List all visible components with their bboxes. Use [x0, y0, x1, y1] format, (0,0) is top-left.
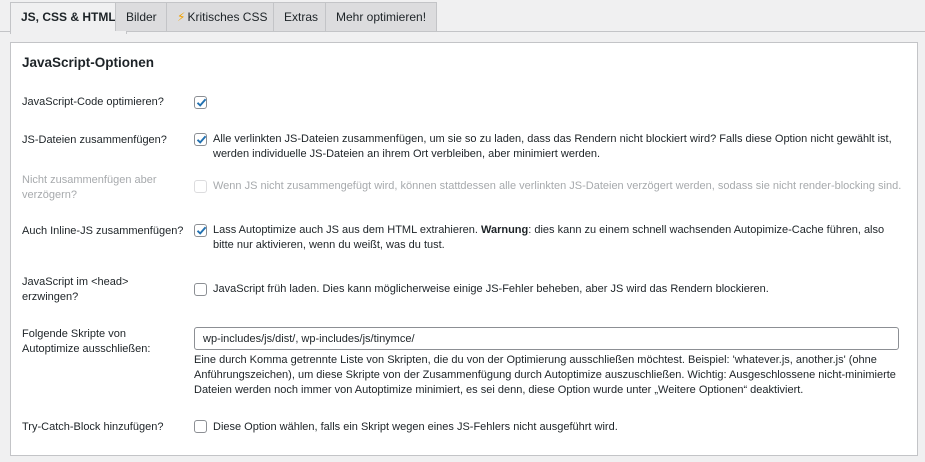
checkmark-icon	[196, 98, 207, 107]
checkmark-icon	[196, 226, 207, 235]
tab-bar-divider	[0, 31, 925, 32]
tab-mehr-optimieren-label: Mehr optimieren!	[336, 10, 427, 24]
inline-js-description: Lass Autoptimize auch JS aus dem HTML ex…	[213, 223, 903, 253]
exclude-scripts-input[interactable]	[194, 327, 899, 350]
inline-js-desc-text: Lass Autoptimize auch JS aus dem HTML ex…	[213, 224, 481, 236]
tab-extras[interactable]: Extras	[273, 2, 330, 31]
section-title: JavaScript-Optionen	[22, 55, 155, 70]
aggregate-js-label: JS-Dateien zusammenfügen?	[22, 134, 167, 146]
tab-bilder-label: Bilder	[126, 10, 157, 24]
inline-js-checkbox[interactable]	[194, 224, 207, 237]
defer-js-description: Wenn JS nicht zusammengefügt wird, könne…	[213, 180, 902, 192]
tab-js-css-html[interactable]: JS, CSS & HTML	[10, 2, 127, 34]
lightning-icon: ⚡	[177, 10, 186, 24]
aggregate-js-description: Alle verlinkten JS-Dateien zusammenfügen…	[213, 133, 892, 160]
optimize-js-checkbox[interactable]	[194, 96, 207, 109]
tab-js-css-html-label: JS, CSS & HTML	[21, 10, 116, 24]
aggregate-js-checkbox[interactable]	[194, 133, 207, 146]
exclude-scripts-label: Folgende Skripte von Autoptimize ausschl…	[22, 328, 151, 355]
try-catch-description: Diese Option wählen, falls ein Skript we…	[213, 421, 618, 433]
tab-kritisches-css[interactable]: ⚡ Kritisches CSS	[166, 2, 279, 31]
checkmark-icon	[196, 135, 207, 144]
try-catch-label: Try-Catch-Block hinzufügen?	[22, 421, 164, 433]
defer-js-checkbox[interactable]	[194, 180, 207, 193]
warning-label: Warnung	[481, 224, 529, 236]
tab-kritisches-css-label: Kritisches CSS	[187, 10, 268, 24]
force-head-description: JavaScript früh laden. Dies kann möglich…	[213, 283, 769, 295]
tab-mehr-optimieren[interactable]: Mehr optimieren!	[325, 2, 438, 31]
force-head-label: JavaScript im <head> erzwingen?	[22, 276, 129, 303]
tab-bar: JS, CSS & HTML Bilder ⚡ Kritisches CSS Ex…	[0, 0, 925, 34]
force-head-checkbox[interactable]	[194, 283, 207, 296]
exclude-scripts-help: Eine durch Komma getrennte Liste von Skr…	[194, 354, 896, 396]
try-catch-checkbox[interactable]	[194, 420, 207, 433]
settings-panel: JavaScript-Optionen JavaScript-Code opti…	[10, 42, 918, 456]
defer-js-label: Nicht zusammenfügen aber verzögern?	[22, 174, 157, 201]
tab-extras-label: Extras	[284, 10, 319, 24]
optimize-js-label: JavaScript-Code optimieren?	[22, 96, 164, 108]
inline-js-label: Auch Inline-JS zusammenfügen?	[22, 225, 184, 237]
tab-bilder[interactable]: Bilder	[115, 2, 168, 31]
